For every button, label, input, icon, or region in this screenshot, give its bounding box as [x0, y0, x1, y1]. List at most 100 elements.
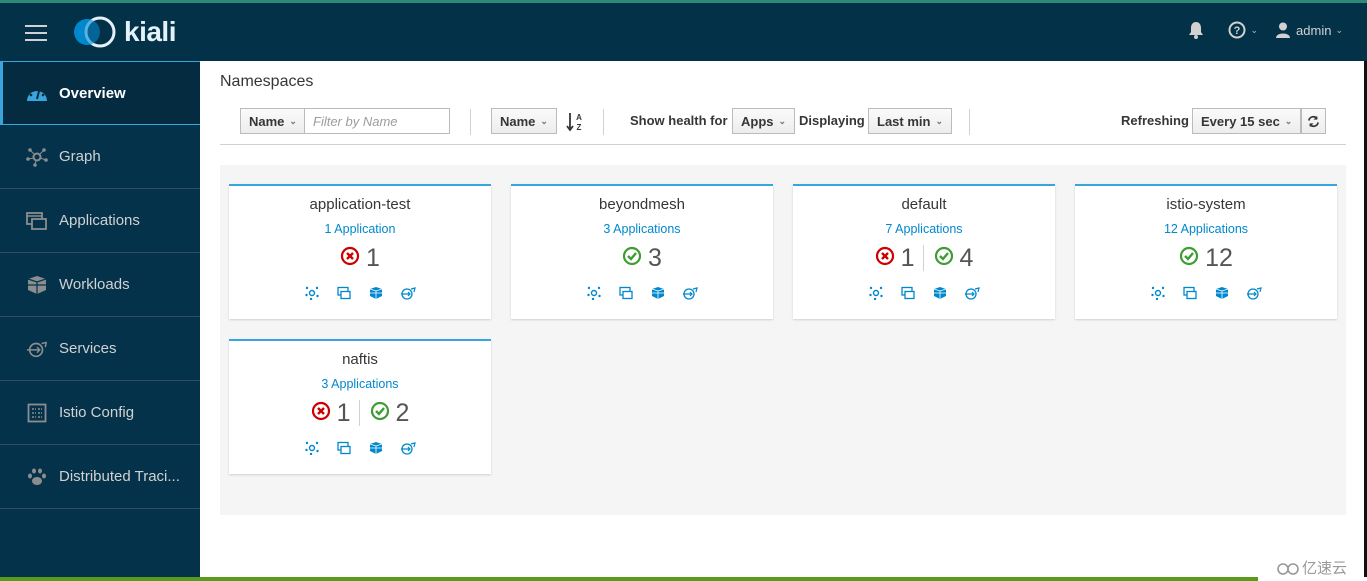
chevron-down-icon: ⌄ [540, 115, 548, 126]
workloads-icon [1214, 285, 1230, 301]
health-error-group[interactable]: 1 [340, 244, 380, 273]
health-ok-group[interactable]: 3 [622, 244, 662, 273]
health-ok-group[interactable]: 12 [1179, 244, 1233, 273]
chevron-down-icon: ⌄ [778, 115, 787, 126]
health-ok-group[interactable]: 4 [934, 244, 973, 273]
sidebar-item-label: Workloads [59, 276, 130, 293]
applications-count-link[interactable]: 1 Application [325, 222, 396, 236]
applications-count-link[interactable]: 3 Applications [321, 377, 398, 391]
displaying-label: Displaying [799, 113, 865, 128]
topology-icon [586, 285, 602, 301]
workloads-icon [368, 285, 384, 301]
applications-icon [900, 285, 916, 301]
graph-link[interactable] [868, 285, 884, 301]
sort-field-dropdown[interactable]: Name ⌄ [491, 108, 557, 134]
sidebar-item-applications[interactable]: Applications [0, 189, 200, 253]
paw-icon [26, 466, 48, 488]
workloads-link[interactable] [932, 285, 948, 301]
sidebar-item-distributed-tracing[interactable]: Distributed Traci... [0, 445, 200, 509]
health-error-group[interactable]: 1 [875, 244, 915, 273]
topology-icon [1150, 285, 1166, 301]
health-summary: 12 [229, 398, 491, 428]
svg-text:?: ? [1234, 25, 1241, 37]
health-error-group[interactable]: 1 [311, 399, 351, 428]
health-type-dropdown[interactable]: Apps ⌄ [732, 108, 796, 134]
kiali-logo[interactable]: kiali [72, 15, 176, 49]
svg-text:Z: Z [577, 123, 582, 132]
namespace-card: application-test 1 Application 1 [229, 184, 491, 319]
applications-count-link[interactable]: 12 Applications [1164, 222, 1248, 236]
main-content: Namespaces Name ⌄ Filter by Name Name ⌄ … [200, 61, 1367, 577]
workloads-link[interactable] [368, 440, 384, 456]
bottom-bar [0, 577, 1258, 581]
error-count: 1 [900, 243, 915, 272]
sort-field-label: Name [500, 113, 536, 129]
workloads-icon [932, 285, 948, 301]
refresh-interval-dropdown[interactable]: Every 15 sec ⌄ [1192, 108, 1302, 134]
namespace-links [229, 285, 491, 301]
applications-link[interactable] [336, 440, 352, 456]
applications-link[interactable] [1182, 285, 1198, 301]
help-menu-button[interactable]: ? ⌄ [1228, 21, 1258, 39]
chevron-down-icon: ⌄ [289, 115, 297, 126]
health-summary: 14 [793, 243, 1055, 273]
sort-alpha-asc-icon: AZ [566, 113, 582, 132]
ok-icon [370, 401, 390, 426]
masthead: kiali ? ⌄ admin ⌄ [0, 0, 1367, 61]
filter-field-dropdown[interactable]: Name ⌄ [240, 108, 306, 134]
hamburger-menu-button[interactable] [25, 25, 47, 41]
graph-link[interactable] [304, 440, 320, 456]
sidebar-item-overview[interactable]: Overview [0, 61, 200, 125]
sidebar-item-workloads[interactable]: Workloads [0, 253, 200, 317]
services-link[interactable] [682, 285, 698, 301]
applications-count-link[interactable]: 7 Applications [885, 222, 962, 236]
services-link[interactable] [400, 440, 416, 456]
namespace-name: beyondmesh [599, 196, 685, 213]
services-icon [26, 338, 48, 360]
health-summary: 1 [229, 243, 491, 273]
workloads-link[interactable] [650, 285, 666, 301]
graph-link[interactable] [586, 285, 602, 301]
duration-dropdown[interactable]: Last min ⌄ [868, 108, 953, 134]
applications-count-link[interactable]: 3 Applications [603, 222, 680, 236]
toolbar-divider [603, 109, 604, 135]
applications-link[interactable] [900, 285, 916, 301]
namespace-links [793, 285, 1055, 301]
sort-direction-button[interactable]: AZ [566, 111, 584, 138]
healthy-count: 2 [395, 398, 410, 427]
user-menu-button[interactable]: admin ⌄ [1276, 22, 1343, 38]
workloads-icon [368, 440, 384, 456]
applications-link[interactable] [618, 285, 634, 301]
workloads-link[interactable] [1214, 285, 1230, 301]
health-ok-group[interactable]: 2 [370, 398, 410, 428]
error-count: 1 [366, 243, 380, 272]
username: admin [1296, 22, 1332, 38]
services-link[interactable] [964, 285, 980, 301]
help-icon: ? [1228, 21, 1246, 39]
sidebar-item-services[interactable]: Services [0, 317, 200, 381]
applications-link[interactable] [336, 285, 352, 301]
sidebar-item-istio-config[interactable]: Istio Config [0, 381, 200, 445]
show-health-label: Show health for [630, 113, 728, 128]
notifications-button[interactable] [1188, 21, 1204, 39]
sidebar-item-graph[interactable]: Graph [0, 125, 200, 189]
services-link[interactable] [400, 285, 416, 301]
chevron-down-icon: ⌄ [935, 115, 944, 126]
chevron-down-icon: ⌄ [1250, 24, 1259, 35]
graph-link[interactable] [304, 285, 320, 301]
workloads-link[interactable] [368, 285, 384, 301]
toolbar-divider [470, 109, 471, 135]
services-link[interactable] [1246, 285, 1262, 301]
services-icon [964, 285, 980, 301]
healthy-count: 12 [1205, 243, 1233, 272]
chevron-down-icon: ⌄ [1335, 24, 1343, 35]
toolbar-divider [969, 109, 970, 135]
namespace-links [511, 285, 773, 301]
refresh-button[interactable] [1301, 108, 1326, 134]
refresh-interval-value: Every 15 sec [1201, 113, 1280, 129]
health-divider [922, 245, 924, 271]
graph-link[interactable] [1150, 285, 1166, 301]
filter-by-name-input[interactable]: Filter by Name [304, 108, 450, 134]
topology-icon [26, 146, 48, 168]
namespace-cards-grid: application-test 1 Application 1 beyondmesh… [220, 165, 1346, 515]
